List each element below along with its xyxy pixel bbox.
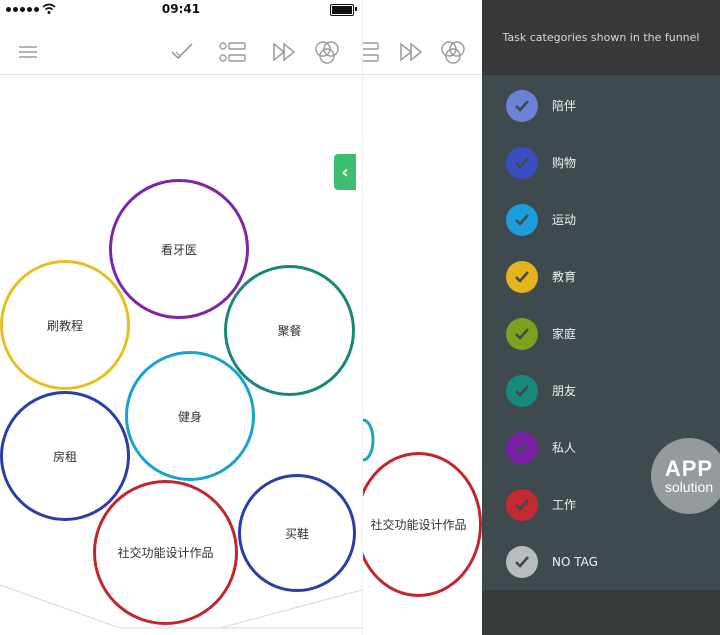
task-label: 社交功能设计作品 [370, 518, 467, 532]
drawer-toggle-button[interactable]: ‹ [334, 154, 356, 190]
category-label: 购物 [552, 156, 577, 170]
task-label: 刷教程 [46, 318, 83, 333]
check-icon [506, 545, 538, 578]
category-label: 工作 [552, 498, 577, 512]
category-item[interactable]: 运动 [482, 191, 720, 248]
category-item[interactable]: 家庭 [482, 305, 720, 362]
category-label: 教育 [552, 270, 577, 284]
drawer-title: Task categories shown in the funnel [502, 30, 700, 44]
task-bubble[interactable]: 刷教程 [0, 260, 130, 390]
watermark-subtext: solution [664, 479, 714, 495]
task-bubble[interactable]: 聚餐 [224, 265, 355, 396]
main-screen: 09:41 看牙医 刷教程 聚餐 健身 房租 社交功能设计作品 买鞋 ‹ [0, 0, 362, 635]
category-label: 家庭 [552, 327, 577, 341]
chevron-left-icon: ‹ [341, 161, 349, 183]
category-label: 运动 [552, 213, 577, 227]
category-item[interactable]: 陪伴 [482, 77, 720, 134]
check-icon [506, 374, 538, 407]
category-label: NO TAG [552, 554, 598, 569]
task-bubble[interactable]: 房租 [0, 391, 130, 521]
category-item[interactable]: NO TAG [482, 533, 720, 590]
task-bubble[interactable]: 买鞋 [238, 474, 356, 592]
category-item[interactable]: 教育 [482, 248, 720, 305]
check-icon [506, 89, 538, 122]
check-icon [506, 260, 538, 293]
drawer-footer [482, 590, 720, 635]
check-icon [506, 146, 538, 179]
check-icon [506, 317, 538, 350]
task-label: 社交功能设计作品 [117, 546, 214, 560]
divider [482, 74, 720, 75]
check-icon [506, 431, 538, 464]
task-bubble[interactable]: 看牙医 [109, 179, 249, 319]
secondary-screen: 社交功能设计作品 [362, 0, 483, 635]
category-item[interactable]: 购物 [482, 134, 720, 191]
task-bubble[interactable]: 健身 [125, 351, 255, 481]
task-label: 买鞋 [284, 526, 309, 541]
check-icon [506, 488, 538, 521]
task-bubble[interactable]: 社交功能设计作品 [93, 480, 238, 625]
watermark-text: APP [664, 456, 714, 481]
check-icon [506, 203, 538, 236]
category-label: 陪伴 [552, 99, 577, 113]
task-label: 看牙医 [160, 242, 197, 257]
drawer-header: Task categories shown in the funnel [482, 0, 720, 74]
app-solution-watermark: APP solution [651, 438, 720, 514]
category-label: 私人 [552, 441, 577, 455]
category-label: 朋友 [552, 384, 577, 398]
task-label: 聚餐 [277, 324, 302, 338]
category-item[interactable]: 朋友 [482, 362, 720, 419]
task-label: 房租 [52, 449, 77, 464]
task-label: 健身 [177, 409, 202, 424]
category-drawer: Task categories shown in the funnel 陪伴 购… [482, 0, 720, 635]
